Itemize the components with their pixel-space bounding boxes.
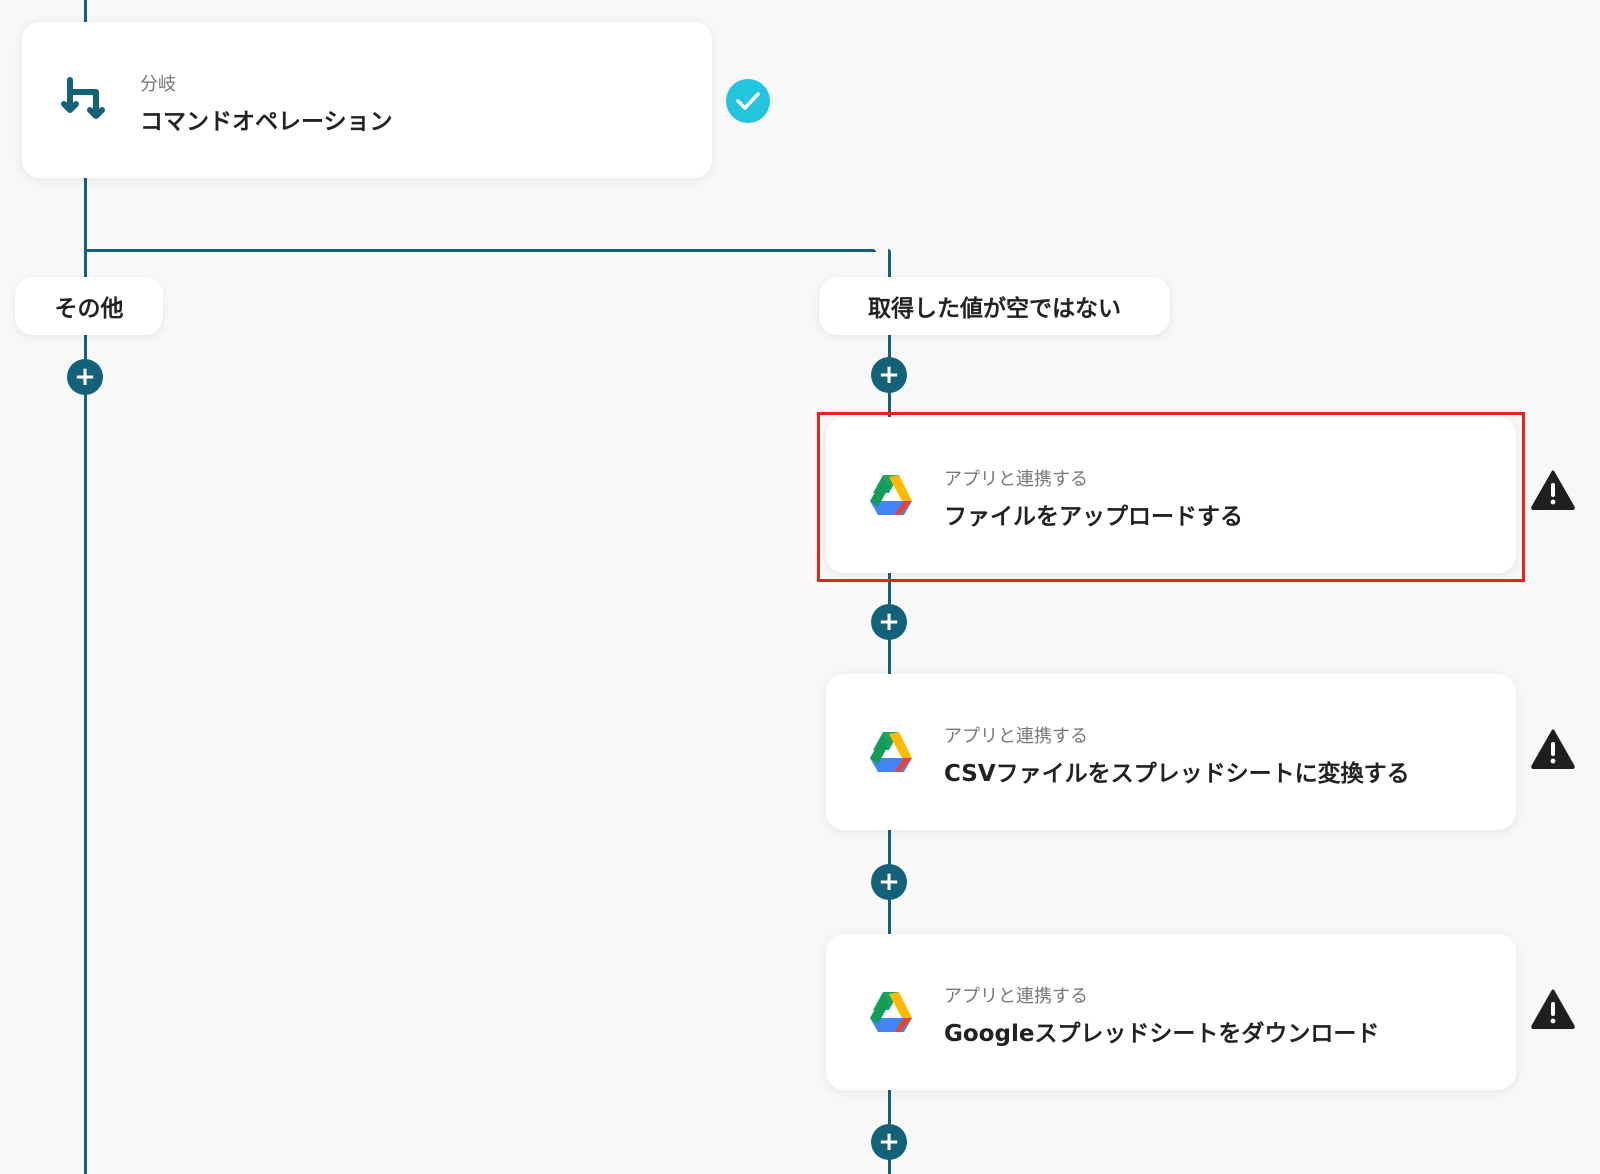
branch-icon [60, 76, 108, 124]
step-card-convert-csv[interactable]: アプリと連携する CSVファイルをスプレッドシートに変換する [826, 674, 1516, 830]
step-card-download-spreadsheet[interactable]: アプリと連携する Googleスプレッドシートをダウンロード [826, 934, 1516, 1090]
add-step-button-right-4[interactable]: + [871, 1124, 907, 1160]
branch-node-title: コマンドオペレーション [140, 109, 393, 135]
connector-line-top [84, 0, 87, 22]
google-drive-icon [868, 990, 914, 1034]
google-drive-icon [868, 730, 914, 774]
warning-icon [1531, 989, 1575, 1030]
add-step-button-right-1[interactable]: + [871, 357, 907, 393]
add-step-button-right-2[interactable]: + [871, 604, 907, 640]
branch-label-other[interactable]: その他 [15, 277, 163, 335]
add-step-button-left[interactable]: + [67, 359, 103, 395]
branch-label-not-empty[interactable]: 取得した値が空ではない [819, 277, 1170, 335]
selection-highlight [817, 412, 1525, 582]
branch-node-sub-label: 分岐 [140, 74, 176, 95]
check-icon [726, 79, 770, 123]
step-title: CSVファイルをスプレッドシートに変換する [944, 761, 1410, 787]
step-sub-label: アプリと連携する [944, 986, 1088, 1007]
branch-node-card[interactable]: 分岐 コマンドオペレーション [22, 22, 712, 178]
step-title: Googleスプレッドシートをダウンロード [944, 1021, 1380, 1047]
connector-branch-horizontal [84, 249, 876, 252]
warning-icon [1531, 470, 1575, 511]
add-step-button-right-3[interactable]: + [871, 864, 907, 900]
step-sub-label: アプリと連携する [944, 726, 1088, 747]
warning-icon [1531, 729, 1575, 770]
